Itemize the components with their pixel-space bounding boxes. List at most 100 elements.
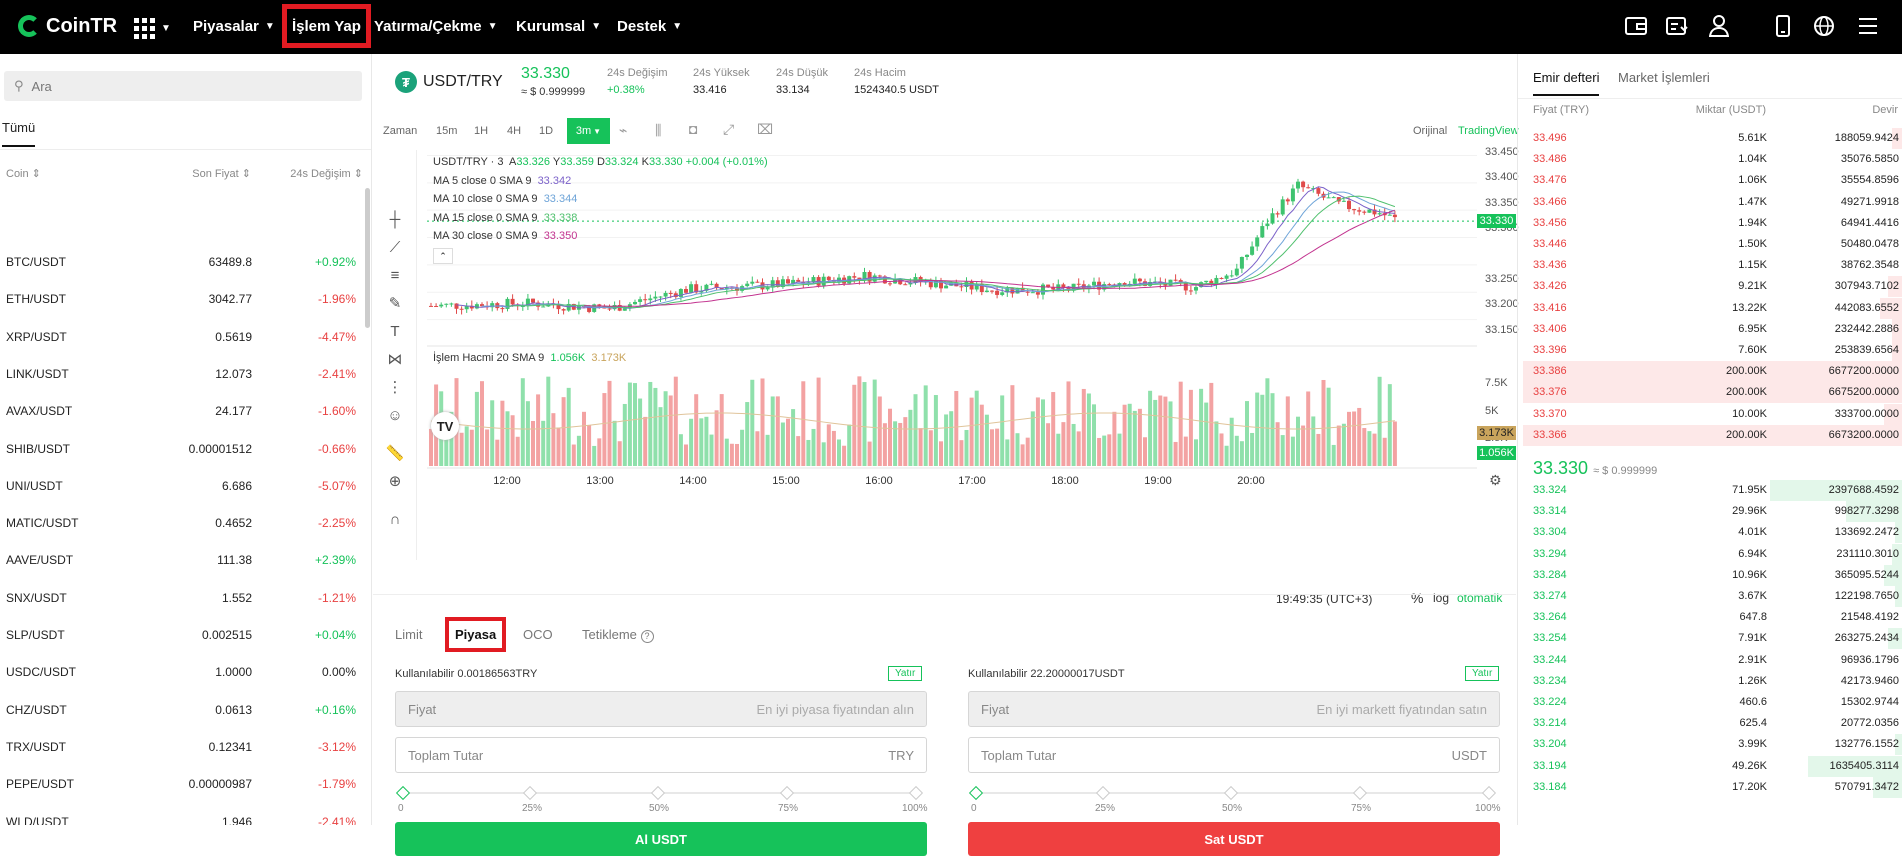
coin-row[interactable]: BTC/USDT 63489.8 +0.92% <box>0 247 362 277</box>
pair-name[interactable]: USDT/TRY <box>423 73 503 91</box>
nav-piyasalar[interactable]: Piyasalar ▼ <box>193 14 275 38</box>
coin-row[interactable]: UNI/USDT 6.686 -5.07% <box>0 471 362 501</box>
view-original[interactable]: Orijinal <box>1413 125 1447 137</box>
bid-row[interactable]: 33.214 625.4 20772.0356 <box>1518 713 1902 734</box>
coin-row[interactable]: AVAX/USDT 24.177 -1.60% <box>0 396 362 426</box>
apps-menu-button[interactable]: ▼ <box>134 16 171 40</box>
column-header-change[interactable]: 24s Değişim ⇕ <box>290 167 363 180</box>
mobile-icon[interactable] <box>1770 13 1796 39</box>
view-tradingview[interactable]: TradingView <box>1458 125 1519 137</box>
timeframe-1h[interactable]: 1H <box>474 125 488 137</box>
ask-row[interactable]: 33.386 200.00K 6677200.0000 <box>1518 361 1902 383</box>
timeframe-4h[interactable]: 4H <box>507 125 521 137</box>
bid-row[interactable]: 33.314 29.96K 998277.3298 <box>1518 501 1902 523</box>
ask-row[interactable]: 33.456 1.94K 64941.4416 <box>1518 213 1902 234</box>
magnet-icon[interactable]: ∩ <box>386 510 404 528</box>
text-icon[interactable]: T <box>386 322 404 340</box>
indicator-icon[interactable]: ⌁ <box>619 122 627 139</box>
tradingview-logo[interactable]: TV <box>431 412 459 440</box>
ask-row[interactable]: 33.426 9.21K 307943.7102 <box>1518 276 1902 298</box>
coin-row[interactable]: LINK/USDT 12.073 -2.41% <box>0 359 362 389</box>
bid-row[interactable]: 33.234 1.26K 42173.9460 <box>1518 671 1902 692</box>
ask-row[interactable]: 33.436 1.15K 38762.3548 <box>1518 255 1902 276</box>
nav-destek[interactable]: Destek ▼ <box>617 14 682 38</box>
globe-icon[interactable] <box>1811 13 1837 39</box>
ask-row[interactable]: 33.370 10.00K 333700.0000 <box>1518 403 1902 425</box>
bid-row[interactable]: 33.244 2.91K 96936.1796 <box>1518 650 1902 671</box>
menu-icon[interactable] <box>1855 13 1881 39</box>
candle-type-icon[interactable]: ⫼ <box>655 122 661 139</box>
trendline-icon[interactable]: ⟋ <box>386 238 404 256</box>
collapse-legend-button[interactable]: ⌃ <box>433 248 453 264</box>
nav-yatirma-cekme[interactable]: Yatırma/Çekme ▼ <box>374 14 497 38</box>
tab-order-book[interactable]: Emir defteri <box>1533 70 1600 96</box>
ask-row[interactable]: 33.396 7.60K 253839.6564 <box>1518 340 1902 361</box>
coin-row[interactable]: TRX/USDT 0.12341 -3.12% <box>0 732 362 762</box>
coin-row[interactable]: CHZ/USDT 0.0613 +0.16% <box>0 695 362 725</box>
bid-row[interactable]: 33.204 3.99K 132776.1552 <box>1518 734 1902 756</box>
buy-total-field[interactable]: Toplam Tutar TRY <box>395 737 927 773</box>
fib-lines-icon[interactable]: ≡ <box>386 266 404 284</box>
tab-all[interactable]: Tümü <box>2 120 36 147</box>
fullscreen-icon[interactable]: ⤢ <box>723 121 734 138</box>
buy-usdt-button[interactable]: Al USDT <box>395 822 927 856</box>
sell-deposit-link[interactable]: Yatır <box>1465 666 1500 681</box>
timeframe-1d[interactable]: 1D <box>539 125 553 137</box>
user-icon[interactable] <box>1706 13 1732 39</box>
buy-deposit-link[interactable]: Yatır <box>888 666 923 681</box>
ask-row[interactable]: 33.416 13.22K 442083.6552 <box>1518 297 1902 319</box>
bid-row[interactable]: 33.324 71.95K 2397688.4592 <box>1518 480 1902 501</box>
sell-usdt-button[interactable]: Sat USDT <box>968 822 1500 856</box>
buy-price-field[interactable]: Fiyat En iyi piyasa fiyatından alın <box>395 691 927 727</box>
buy-amount-slider[interactable]: 0 25% 50% 75% 100% <box>395 783 928 814</box>
ask-row[interactable]: 33.476 1.06K 35554.8596 <box>1518 170 1902 191</box>
timeframe-3m-dropdown[interactable]: 3m ▼ <box>567 118 610 144</box>
column-header-price[interactable]: Son Fiyat ⇕ <box>192 167 251 180</box>
tab-market-trades[interactable]: Market İşlemleri <box>1618 70 1710 85</box>
bid-row[interactable]: 33.274 3.67K 122198.7650 <box>1518 586 1902 607</box>
trash-icon[interactable]: ⌧ <box>757 121 773 138</box>
bid-row[interactable]: 33.304 4.01K 133692.2472 <box>1518 522 1902 544</box>
tab-piyasa[interactable]: Piyasa <box>444 617 507 652</box>
tab-tetikleme[interactable]: Tetikleme ? <box>582 627 654 643</box>
coin-row[interactable]: XRP/USDT 0.5619 -4.47% <box>0 322 362 352</box>
tab-limit[interactable]: Limit <box>395 627 422 642</box>
bid-row[interactable]: 33.294 6.94K 231110.3010 <box>1518 543 1902 565</box>
sell-price-field[interactable]: Fiyat En iyi markett fiyatından satın <box>968 691 1500 727</box>
coin-row[interactable]: WLD/USDT 1.946 -2.41% <box>0 807 362 826</box>
bid-row[interactable]: 33.284 10.96K 365095.5244 <box>1518 564 1902 586</box>
coin-row[interactable]: AAVE/USDT 111.38 +2.39% <box>0 545 362 575</box>
scrollbar[interactable] <box>365 188 370 328</box>
settings-gear-icon[interactable]: ⚙ <box>1489 472 1502 489</box>
bid-row[interactable]: 33.254 7.91K 263275.2434 <box>1518 628 1902 650</box>
tab-oco[interactable]: OCO <box>523 627 553 642</box>
ask-row[interactable]: 33.486 1.04K 35076.5850 <box>1518 149 1902 170</box>
bid-row[interactable]: 33.194 49.26K 1635405.3114 <box>1518 755 1902 777</box>
ask-row[interactable]: 33.376 200.00K 6675200.0000 <box>1518 382 1902 404</box>
orders-icon[interactable] <box>1664 13 1690 39</box>
column-header-coin[interactable]: Coin ⇕ <box>6 167 41 180</box>
ruler-icon[interactable]: 📏 <box>386 444 405 462</box>
coin-row[interactable]: USDC/USDT 1.0000 0.00% <box>0 657 362 687</box>
nav-kurumsal[interactable]: Kurumsal ▼ <box>516 14 601 38</box>
search-input[interactable]: ⚲ Ara <box>4 71 362 101</box>
wallet-icon[interactable] <box>1623 13 1649 39</box>
zoom-in-icon[interactable]: ⊕ <box>386 472 404 490</box>
ask-row[interactable]: 33.496 5.61K 188059.9424 <box>1518 128 1902 149</box>
camera-icon[interactable]: ◘ <box>689 121 697 137</box>
ask-row[interactable]: 33.366 200.00K 6673200.0000 <box>1518 424 1902 446</box>
ask-row[interactable]: 33.406 6.95K 232442.2886 <box>1518 318 1902 340</box>
crosshair-icon[interactable]: ┼ <box>386 210 404 228</box>
measure-lines-icon[interactable]: ⋮ <box>386 378 404 396</box>
timeframe-15m[interactable]: 15m <box>436 125 457 137</box>
sell-total-field[interactable]: Toplam Tutar USDT <box>968 737 1500 773</box>
ask-row[interactable]: 33.446 1.50K 50480.0478 <box>1518 234 1902 255</box>
coin-row[interactable]: SHIB/USDT 0.00001512 -0.66% <box>0 434 362 464</box>
price-chart[interactable]: 12:00 13:00 14:00 15:00 16:00 17:00 18:00 19:00… <box>427 150 1477 580</box>
coin-row[interactable]: PEPE/USDT 0.00000987 -1.79% <box>0 769 362 799</box>
coin-row[interactable]: MATIC/USDT 0.4652 -2.25% <box>0 508 362 538</box>
emoji-icon[interactable]: ☺ <box>386 406 404 424</box>
nav-islem-yap[interactable]: İşlem Yap <box>282 4 371 48</box>
pattern-icon[interactable]: ⋈ <box>386 350 404 368</box>
bid-row[interactable]: 33.224 460.6 15302.9744 <box>1518 692 1902 713</box>
